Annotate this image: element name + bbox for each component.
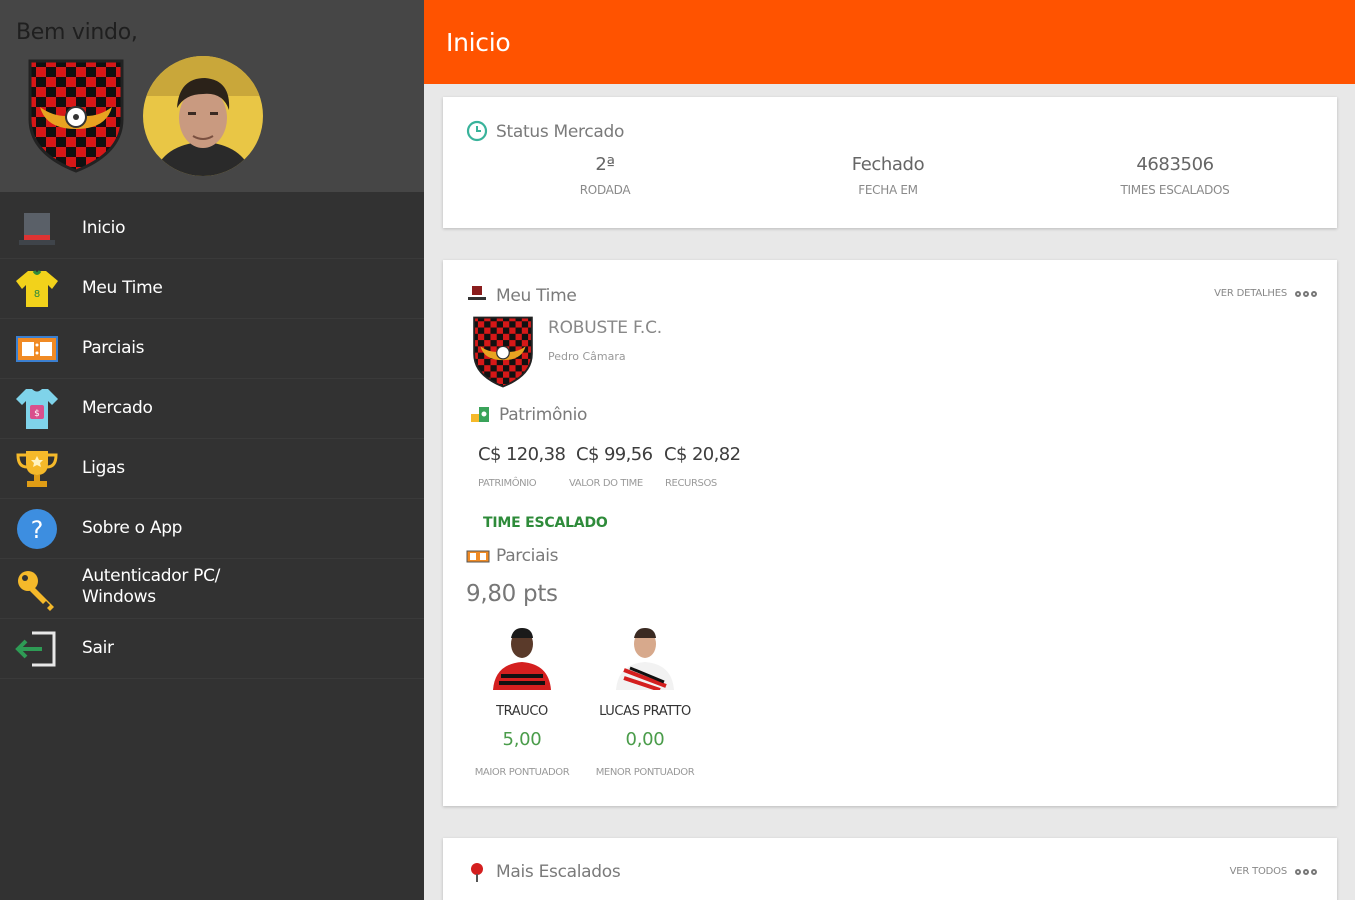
nav-label: Autenticador PC/ Windows [82,566,221,607]
recursos-value: C$ 20,82 [664,444,741,465]
svg-text:8: 8 [34,289,40,300]
stat-rodada: 2ª RODADA [505,154,705,197]
ver-detalhes-link[interactable]: VER DETALHES [1214,288,1317,299]
stat-label: FECHA EM [858,183,918,197]
time-escalado-status: TIME ESCALADO [483,515,608,531]
team-name: ROBUSTE F.C. [548,318,662,338]
logout-icon [15,631,56,667]
app-bar: Inicio [424,0,1355,84]
player-score: 0,00 [625,729,665,750]
club-badge-icon [28,59,124,173]
player-photo [493,628,551,690]
nav-label: Sair [82,638,114,658]
patrimonio-title: Patrimônio [499,405,588,425]
team-badge-icon [473,316,533,388]
nav-item-mercado[interactable]: $ Mercado [0,379,424,439]
key-icon [18,571,54,611]
patrimonio-value: C$ 120,38 [478,444,566,465]
player-name: TRAUCO [496,704,548,719]
more-icon [1295,868,1317,875]
shirt-tag-icon: $ [16,389,58,429]
navigation-drawer: Bem vindo, Inicio 8 Meu Time Parciais $ … [0,0,424,900]
player-role: MENOR PONTUADOR [595,767,695,778]
player-score: 5,00 [502,729,542,750]
patrimonio-label: PATRIMÔNIO [478,478,537,489]
link-label: VER TODOS [1229,866,1288,877]
points-total: 9,80 pts [466,581,558,607]
scoreboard-icon [466,550,490,563]
nav-label: Mercado [82,398,153,418]
svg-text:?: ? [31,516,44,544]
money-icon [471,407,489,422]
drawer-header: Bem vindo, [0,0,424,192]
stat-value: 4683506 [1136,154,1214,175]
nav-label: Sobre o App [82,518,183,538]
valor-time-value: C$ 99,56 [576,444,653,465]
stat-fecha: Fechado FECHA EM [788,154,988,197]
nav-item-autenticador[interactable]: Autenticador PC/ Windows [0,559,424,619]
card-title: Mais Escalados [496,862,621,882]
player-photo [616,628,674,692]
nav-item-parciais[interactable]: Parciais [0,319,424,379]
drawer-menu: Inicio 8 Meu Time Parciais $ Mercado Lig… [0,199,424,679]
page-title: Inicio [446,28,511,57]
nav-item-meu-time[interactable]: 8 Meu Time [0,259,424,319]
nav-label: Meu Time [82,278,163,298]
parciais-title: Parciais [496,546,559,566]
recursos-label: RECURSOS [665,478,717,489]
nav-label: Ligas [82,458,125,478]
welcome-text: Bem vindo, [16,20,138,45]
player-card[interactable]: LUCAS PRATTO 0,00 [585,620,705,750]
top-hat-icon [19,213,55,245]
trophy-icon [16,451,58,487]
nav-item-sobre[interactable]: ? Sobre o App [0,499,424,559]
stat-value: Fechado [851,154,925,175]
svg-text:$: $ [34,409,40,419]
meu-time-card: Meu Time VER DETALHES ROBUSTE F.C. Pedro… [443,260,1337,806]
link-label: VER DETALHES [1214,288,1287,299]
scoreboard-icon [16,336,58,362]
mais-escalados-card: Mais Escalados VER TODOS [443,838,1337,900]
stat-value: 2ª [595,154,615,175]
clock-icon [466,120,488,142]
player-name: LUCAS PRATTO [599,704,691,719]
nav-label: Inicio [82,218,126,238]
jersey-icon: 8 [16,270,58,307]
team-owner: Pedro Câmara [548,350,626,363]
nav-item-inicio[interactable]: Inicio [0,199,424,259]
more-icon [1295,290,1317,297]
user-avatar[interactable] [143,56,263,176]
pin-icon [471,863,483,882]
card-title: Meu Time [496,286,577,306]
player-card[interactable]: TRAUCO 5,00 [462,620,582,750]
stat-label: RODADA [579,183,631,197]
top-hat-icon [468,286,486,300]
player-role: MAIOR PONTUADOR [474,767,570,778]
nav-item-sair[interactable]: Sair [0,619,424,679]
stat-times: 4683506 TIMES ESCALADOS [1075,154,1275,197]
nav-item-ligas[interactable]: Ligas [0,439,424,499]
valor-time-label: VALOR DO TIME [569,478,643,489]
stat-label: TIMES ESCALADOS [1120,183,1230,197]
ver-todos-link[interactable]: VER TODOS [1230,866,1317,877]
help-icon: ? [17,509,57,549]
status-mercado-card: Status Mercado 2ª RODADA Fechado FECHA E… [443,97,1337,228]
card-title: Status Mercado [496,122,625,142]
nav-label: Parciais [82,338,145,358]
